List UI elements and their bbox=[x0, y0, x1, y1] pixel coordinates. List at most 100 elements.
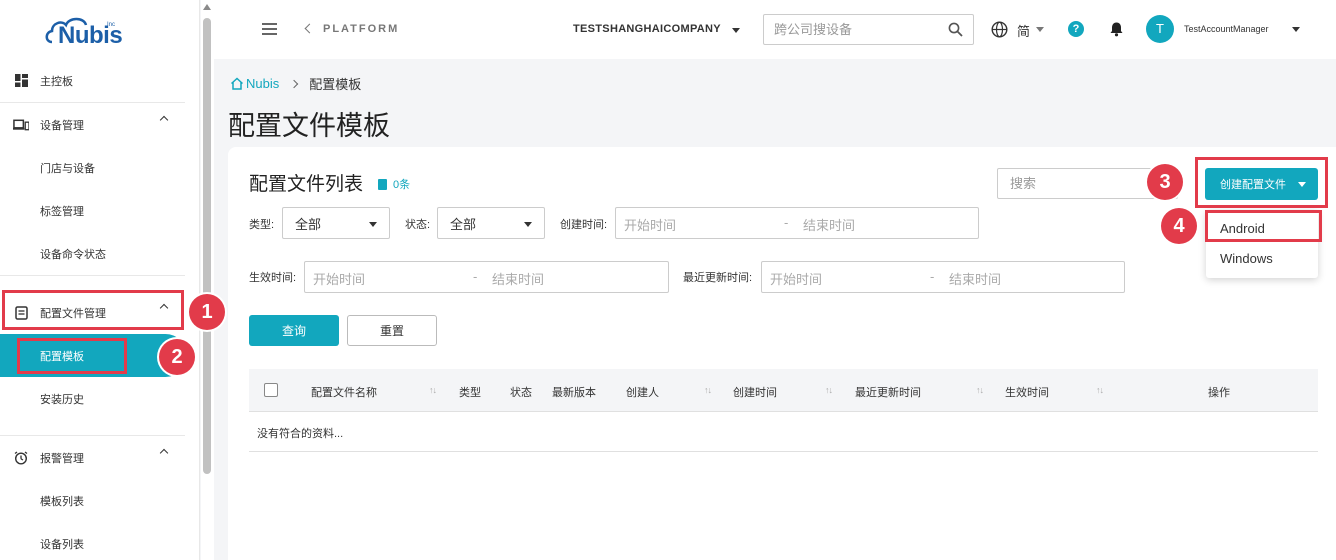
start-time-input[interactable]: 开始时间 bbox=[770, 269, 822, 288]
sidebar-item-label: 报警管理 bbox=[40, 452, 84, 465]
caret-down-icon[interactable] bbox=[1036, 27, 1044, 32]
sidebar-item-tag-management[interactable]: 标签管理 bbox=[0, 189, 185, 232]
updated-time-label: 最近更新时间: bbox=[683, 272, 753, 284]
sort-icon[interactable]: ↑↓ bbox=[429, 385, 437, 395]
end-time-input[interactable]: 结束时间 bbox=[803, 215, 855, 234]
nubis-logo[interactable]: Nubis Inc bbox=[44, 12, 134, 52]
globe-icon[interactable] bbox=[991, 21, 1008, 41]
sidebar-item-dashboard[interactable]: 主控板 bbox=[0, 59, 185, 102]
record-count: 0条 bbox=[378, 176, 410, 192]
logo-small-text: Inc bbox=[107, 22, 116, 28]
hamburger-menu-icon[interactable] bbox=[262, 23, 277, 35]
highlight-box bbox=[17, 338, 127, 374]
type-select[interactable]: 全部 bbox=[282, 207, 390, 239]
scroll-up-arrow-icon[interactable] bbox=[203, 4, 211, 10]
step-badge: 4 bbox=[1161, 208, 1197, 244]
status-filter-label: 状态: bbox=[405, 219, 431, 231]
list-search-input[interactable] bbox=[1010, 169, 1170, 198]
help-icon[interactable]: ? bbox=[1068, 21, 1084, 37]
sidebar-item-label: 标签管理 bbox=[40, 205, 84, 218]
chevron-left-icon[interactable] bbox=[304, 23, 315, 34]
step-badge: 3 bbox=[1147, 164, 1183, 200]
top-bar: PLATFORM TESTSHANGHAICOMPANY 简 ? T TestA… bbox=[214, 0, 1336, 59]
sort-icon[interactable]: ↑↓ bbox=[976, 385, 984, 395]
bell-icon[interactable] bbox=[1109, 21, 1124, 40]
highlight-box bbox=[1195, 157, 1328, 208]
column-header: 操作 bbox=[1208, 387, 1230, 399]
effective-time-range[interactable]: 开始时间 - 结束时间 bbox=[304, 261, 669, 293]
platform-label[interactable]: PLATFORM bbox=[323, 23, 399, 35]
chevron-up-icon bbox=[159, 115, 169, 125]
config-list-card: 配置文件列表 0条 类型: 全部 状态: 全部 创建时间: 开始时间 - 结束时… bbox=[228, 147, 1336, 560]
device-search-box[interactable] bbox=[763, 14, 974, 45]
username[interactable]: TestAccountManager bbox=[1184, 24, 1269, 34]
range-separator: - bbox=[930, 269, 935, 284]
column-header[interactable]: 生效时间 bbox=[1005, 384, 1049, 400]
updated-time-range[interactable]: 开始时间 - 结束时间 bbox=[761, 261, 1125, 293]
range-separator: - bbox=[784, 215, 789, 230]
column-header: 最新版本 bbox=[552, 387, 596, 399]
sort-icon[interactable]: ↑↓ bbox=[1096, 385, 1104, 395]
empty-message: 没有符合的资料... bbox=[257, 428, 344, 440]
sidebar-item-label: 安装历史 bbox=[40, 393, 84, 406]
range-separator: - bbox=[473, 269, 478, 284]
caret-down-icon bbox=[369, 222, 377, 227]
sidebar-item-install-history[interactable]: 安装历史 bbox=[0, 377, 185, 420]
step-badge: 2 bbox=[159, 339, 195, 375]
effective-time-label: 生效时间: bbox=[249, 272, 297, 284]
chevron-up-icon bbox=[159, 448, 169, 458]
device-search-input[interactable] bbox=[774, 15, 944, 44]
sidebar-item-command-status[interactable]: 设备命令状态 bbox=[0, 232, 185, 275]
sidebar-item-template-list[interactable]: 模板列表 bbox=[0, 479, 185, 522]
dropdown-item-windows[interactable]: Windows bbox=[1206, 243, 1318, 273]
highlight-box bbox=[1205, 210, 1322, 242]
sidebar: Nubis Inc 主控板 设备管理 门店与设备 标签管理 设备命令状态 配置文… bbox=[0, 0, 200, 560]
sidebar-item-device-list[interactable]: 设备列表 bbox=[0, 522, 185, 560]
caret-down-icon bbox=[524, 222, 532, 227]
caret-down-icon[interactable] bbox=[732, 28, 740, 33]
sidebar-item-label: 主控板 bbox=[40, 75, 73, 88]
select-all-checkbox[interactable] bbox=[264, 383, 278, 397]
sidebar-item-label: 设备管理 bbox=[40, 119, 84, 132]
scrollbar-thumb[interactable] bbox=[203, 18, 211, 474]
sidebar-item-label: 设备列表 bbox=[40, 538, 84, 551]
column-header[interactable]: 配置文件名称 bbox=[311, 384, 377, 400]
language-selector[interactable]: 简 bbox=[1017, 21, 1030, 40]
column-header: 类型 bbox=[459, 387, 481, 399]
column-header[interactable]: 创建人 bbox=[626, 384, 659, 400]
created-time-range[interactable]: 开始时间 - 结束时间 bbox=[615, 207, 979, 239]
start-time-input[interactable]: 开始时间 bbox=[313, 269, 365, 288]
sidebar-item-alarm-management[interactable]: 报警管理 bbox=[0, 436, 185, 479]
type-select-value: 全部 bbox=[295, 216, 322, 232]
sort-icon[interactable]: ↑↓ bbox=[825, 385, 833, 395]
search-icon[interactable] bbox=[948, 22, 963, 40]
start-time-input[interactable]: 开始时间 bbox=[624, 215, 676, 234]
column-header: 状态 bbox=[510, 387, 532, 399]
status-select[interactable]: 全部 bbox=[437, 207, 545, 239]
home-icon bbox=[230, 77, 244, 90]
sidebar-item-stores-devices[interactable]: 门店与设备 bbox=[0, 146, 185, 189]
table-header: 配置文件名称 ↑↓ 类型 状态 最新版本 创建人 ↑↓ 创建时间 ↑↓ 最近更新… bbox=[249, 369, 1318, 412]
company-selector[interactable]: TESTSHANGHAICOMPANY bbox=[573, 23, 721, 35]
caret-down-icon[interactable] bbox=[1292, 27, 1300, 32]
breadcrumb-home-label: Nubis bbox=[246, 76, 280, 91]
sidebar-item-device-management[interactable]: 设备管理 bbox=[0, 103, 185, 146]
devices-icon bbox=[13, 119, 29, 131]
sidebar-item-label: 设备命令状态 bbox=[40, 248, 106, 261]
alarm-clock-icon bbox=[13, 450, 29, 465]
sidebar-item-label: 模板列表 bbox=[40, 495, 84, 508]
column-header[interactable]: 创建时间 bbox=[733, 384, 777, 400]
divider bbox=[0, 275, 185, 276]
avatar[interactable]: T bbox=[1146, 15, 1174, 43]
breadcrumb-home[interactable]: Nubis bbox=[230, 76, 279, 91]
query-button[interactable]: 查询 bbox=[249, 315, 339, 346]
record-count-text: 0条 bbox=[393, 179, 411, 191]
reset-button[interactable]: 重置 bbox=[347, 315, 437, 346]
highlight-box bbox=[2, 290, 184, 330]
created-time-label: 创建时间: bbox=[560, 219, 608, 231]
sort-icon[interactable]: ↑↓ bbox=[704, 385, 712, 395]
end-time-input[interactable]: 结束时间 bbox=[492, 269, 544, 288]
dashboard-icon bbox=[13, 74, 29, 87]
end-time-input[interactable]: 结束时间 bbox=[949, 269, 1001, 288]
column-header[interactable]: 最近更新时间 bbox=[855, 384, 921, 400]
